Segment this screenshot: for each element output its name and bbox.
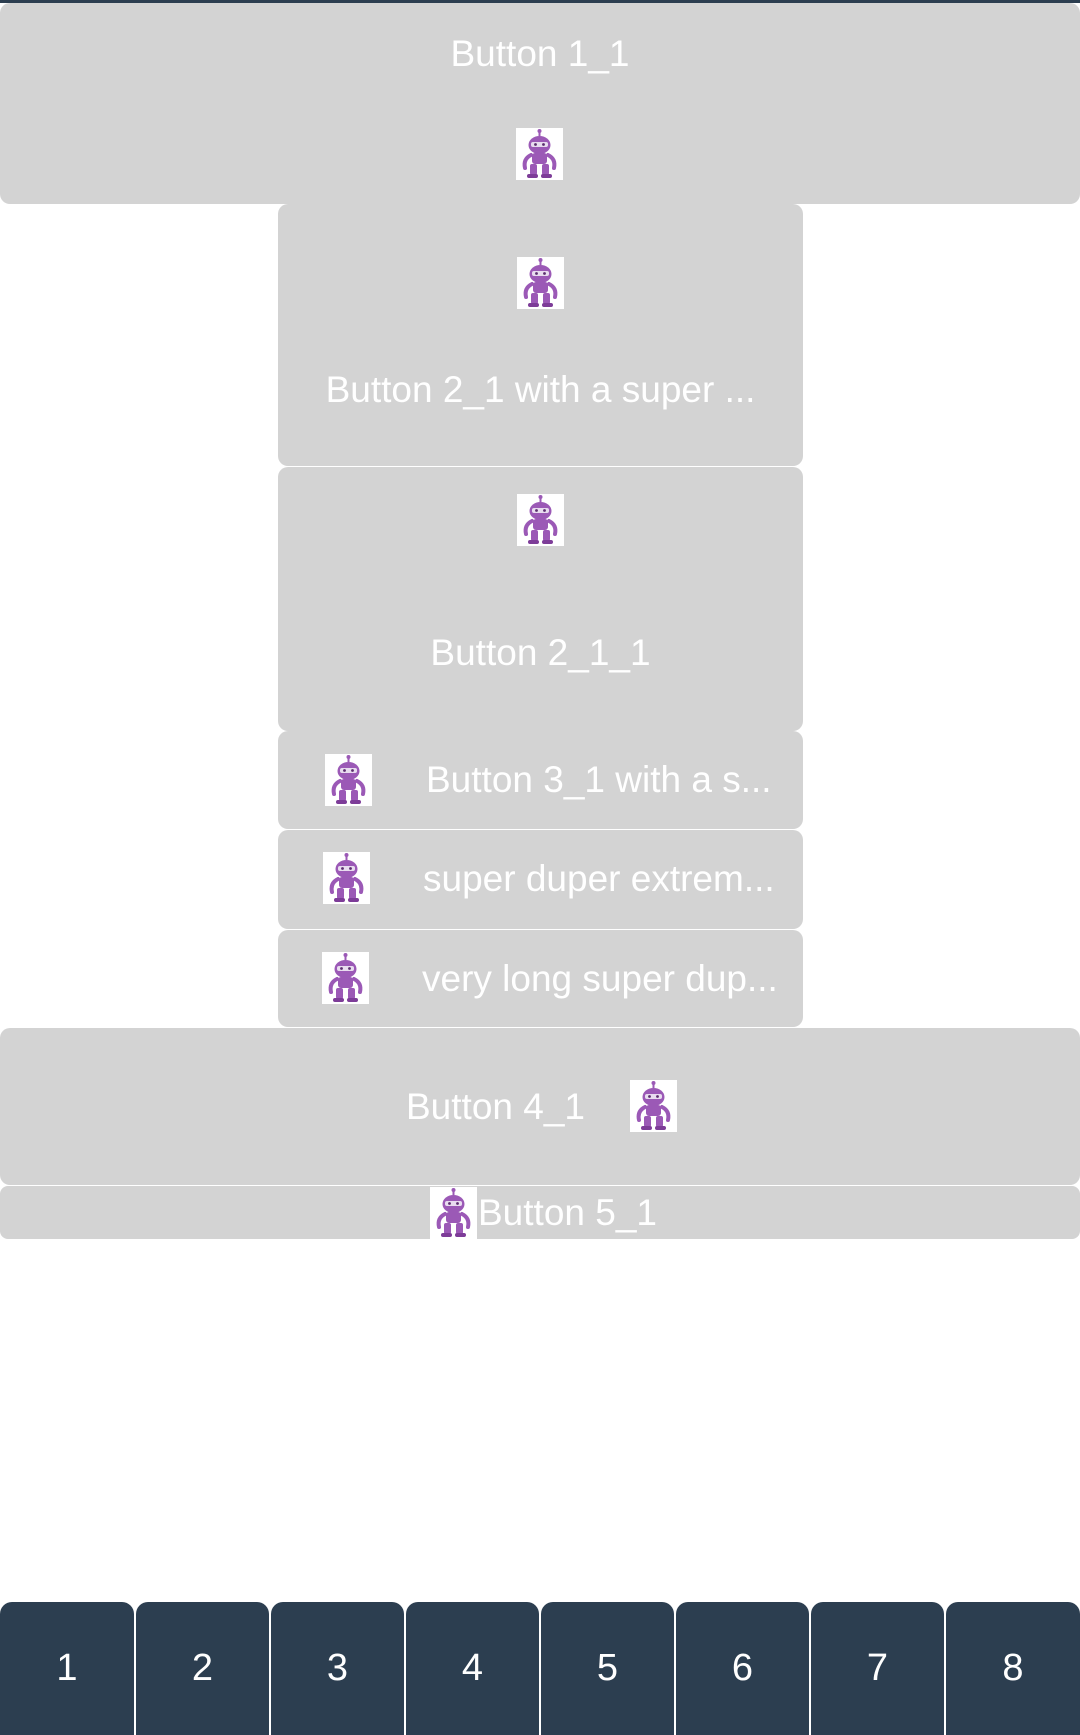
button-2-1-label: Button 2_1 with a super ... — [325, 369, 756, 410]
button-3-1-label: Button 3_1 with a s... — [426, 759, 772, 800]
robot-icon — [517, 494, 564, 546]
button-2-1-1-label: Button 2_1_1 — [430, 632, 651, 673]
tab-8[interactable]: 8 — [946, 1602, 1080, 1735]
button-1-1[interactable]: Button 1_1 — [0, 3, 1080, 204]
button-very-long-label: very long super dup... — [422, 958, 778, 999]
button-very-long[interactable]: very long super dup... — [278, 930, 803, 1027]
robot-icon — [516, 128, 563, 180]
button-3-1[interactable]: Button 3_1 with a s... — [278, 731, 803, 829]
tab-7[interactable]: 7 — [811, 1602, 944, 1735]
button-4-1[interactable]: Button 4_1 — [0, 1028, 1080, 1185]
tab-2[interactable]: 2 — [136, 1602, 269, 1735]
robot-icon — [430, 1187, 477, 1239]
robot-icon — [517, 257, 564, 309]
button-4-1-label: Button 4_1 — [406, 1086, 585, 1127]
tab-3[interactable]: 3 — [271, 1602, 404, 1735]
button-5-1-label: Button 5_1 — [478, 1192, 657, 1233]
tab-1[interactable]: 1 — [0, 1602, 134, 1735]
robot-icon — [630, 1080, 677, 1132]
button-super-duper-label: super duper extrem... — [423, 858, 775, 899]
tab-5[interactable]: 5 — [541, 1602, 674, 1735]
button-2-1-1[interactable]: Button 2_1_1 — [278, 467, 803, 731]
button-5-1[interactable]: Button 5_1 — [0, 1186, 1080, 1239]
tab-4[interactable]: 4 — [406, 1602, 539, 1735]
tab-6[interactable]: 6 — [676, 1602, 809, 1735]
robot-icon — [325, 754, 372, 806]
button-1-1-label: Button 1_1 — [450, 33, 630, 74]
robot-icon — [322, 952, 369, 1004]
robot-icon — [323, 852, 370, 904]
bottom-tab-bar: 1 2 3 4 5 6 7 8 — [0, 1602, 1080, 1735]
button-super-duper[interactable]: super duper extrem... — [278, 830, 803, 929]
button-2-1[interactable]: Button 2_1 with a super ... — [278, 204, 803, 466]
